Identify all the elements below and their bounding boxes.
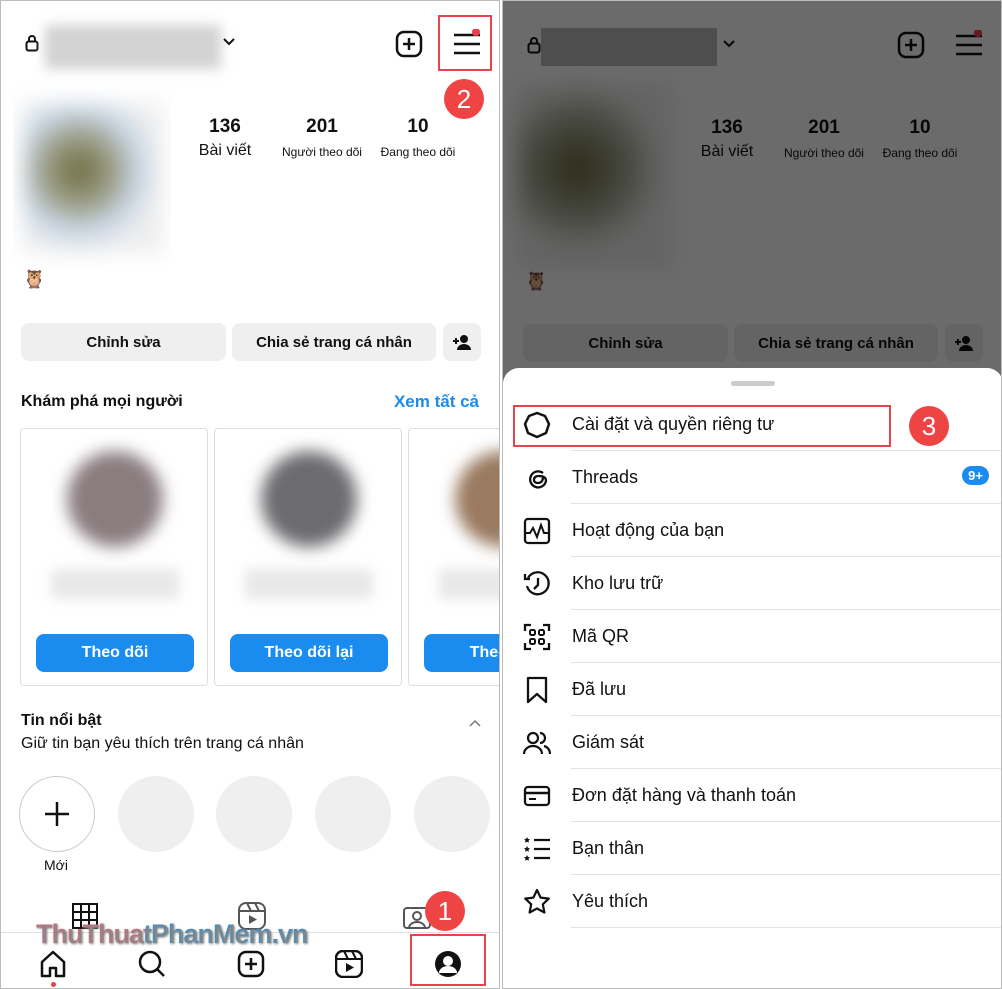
menu-item-supervision[interactable]: Giám sát xyxy=(503,716,1001,769)
add-person-button[interactable] xyxy=(443,323,481,361)
lock-icon xyxy=(25,34,39,52)
menu-item-saved[interactable]: Đã lưu xyxy=(503,663,1001,716)
stat-value: 136 xyxy=(209,116,241,137)
menu-item-qr[interactable]: Mã QR xyxy=(503,610,1001,663)
stat-value: 201 xyxy=(306,116,338,137)
stat-posts[interactable]: 136 Bài viết xyxy=(175,116,275,160)
menu-item-close-friends[interactable]: Bạn thân xyxy=(503,822,1001,875)
discover-title: Khám phá mọi người xyxy=(21,393,183,410)
highlight-box xyxy=(438,15,492,71)
stat-value: 10 xyxy=(407,116,429,137)
step-1-badge: 1 xyxy=(425,891,465,931)
step-3-badge: 3 xyxy=(909,406,949,446)
close-friends-icon xyxy=(524,837,550,861)
menu-item-label: Hoạt động của bạn xyxy=(572,520,725,540)
chevron-down-icon[interactable] xyxy=(223,37,235,47)
profile-screen: 2 🦉 136 Bài viết 201 Người theo dõi 10 Đang… xyxy=(0,0,500,989)
bio-emoji: 🦉 xyxy=(23,269,46,289)
bookmark-icon xyxy=(526,676,548,704)
stat-label: Bài viết xyxy=(198,142,252,159)
highlight-box xyxy=(513,405,891,447)
avatar[interactable] xyxy=(13,83,171,271)
menu-item-threads[interactable]: Threads 9+ xyxy=(503,451,1001,504)
plus-icon xyxy=(45,802,69,826)
chevron-up-icon[interactable] xyxy=(469,719,481,727)
highlights-subtitle: Giữ tin bạn yêu thích trên trang cá nhân xyxy=(21,735,304,752)
menu-item-favorites[interactable]: Yêu thích xyxy=(503,875,1001,928)
menu-item-archive[interactable]: Kho lưu trữ xyxy=(503,557,1001,610)
activity-icon xyxy=(523,517,551,545)
home-nav-button[interactable] xyxy=(39,950,67,978)
reels-nav-button[interactable] xyxy=(335,950,363,978)
follow-button[interactable]: Theo dõi xyxy=(424,634,499,672)
drag-handle[interactable] xyxy=(731,381,775,386)
create-button[interactable] xyxy=(395,30,423,58)
new-highlight-button[interactable] xyxy=(19,776,95,852)
highlight-placeholder xyxy=(414,776,490,852)
menu-item-label: Đã lưu xyxy=(572,679,627,699)
highlight-box xyxy=(410,934,486,986)
menu-item-orders-payments[interactable]: Đơn đặt hàng và thanh toán xyxy=(503,769,1001,822)
menu-item-label: Bạn thân xyxy=(572,838,645,858)
star-icon xyxy=(524,888,550,914)
stat-following[interactable]: 10 Đang theo dõi xyxy=(368,116,468,159)
follow-button[interactable]: Theo dõi xyxy=(36,634,194,672)
menu-item-activity[interactable]: Hoạt động của bạn xyxy=(503,504,1001,557)
menu-item-label: Giám sát xyxy=(572,732,645,752)
highlight-placeholder xyxy=(216,776,292,852)
menu-screen: 🦉 136Bài viết 201Người theo dõi 10Đang t… xyxy=(502,0,1002,989)
step-2-badge: 2 xyxy=(444,79,484,119)
qr-icon xyxy=(523,623,551,651)
supervision-icon xyxy=(523,731,551,755)
add-person-icon xyxy=(453,335,471,350)
menu-item-label: Kho lưu trữ xyxy=(572,573,664,593)
menu-item-label: Mã QR xyxy=(572,626,630,646)
highlights-title: Tin nổi bật xyxy=(21,712,102,729)
menu-item-label: Yêu thích xyxy=(572,891,649,911)
suggestion-card: Theo dõi lại xyxy=(214,428,402,686)
new-highlight-label: Mới xyxy=(44,857,68,873)
highlight-placeholder xyxy=(315,776,391,852)
follow-back-button[interactable]: Theo dõi lại xyxy=(230,634,388,672)
notification-dot xyxy=(51,982,56,987)
watermark: ThuThuatPhanMem.vn xyxy=(36,919,308,949)
search-nav-button[interactable] xyxy=(138,950,166,978)
stat-label: Người theo dõi xyxy=(282,145,362,159)
see-all-link[interactable]: Xem tất cả xyxy=(394,392,479,412)
menu-item-label: Đơn đặt hàng và thanh toán xyxy=(572,785,796,805)
highlight-placeholder xyxy=(118,776,194,852)
stat-followers[interactable]: 201 Người theo dõi xyxy=(272,116,372,159)
notification-badge: 9+ xyxy=(962,466,989,485)
bottom-sheet-menu: Cài đặt và quyền riêng tư Threads 9+ Hoạ… xyxy=(503,368,1001,988)
share-profile-button[interactable]: Chia sẻ trang cá nhân xyxy=(232,323,436,361)
edit-profile-button[interactable]: Chỉnh sửa xyxy=(21,323,226,361)
suggestion-card: Theo dõi xyxy=(20,428,208,686)
menu-item-label: Threads xyxy=(572,467,639,487)
create-nav-button[interactable] xyxy=(237,950,265,978)
suggestion-card: Theo dõi xyxy=(408,428,499,686)
username-button[interactable] xyxy=(45,25,221,69)
archive-icon xyxy=(523,571,550,596)
threads-icon xyxy=(529,470,548,489)
stat-label: Đang theo dõi xyxy=(380,145,456,159)
card-icon xyxy=(523,785,551,807)
